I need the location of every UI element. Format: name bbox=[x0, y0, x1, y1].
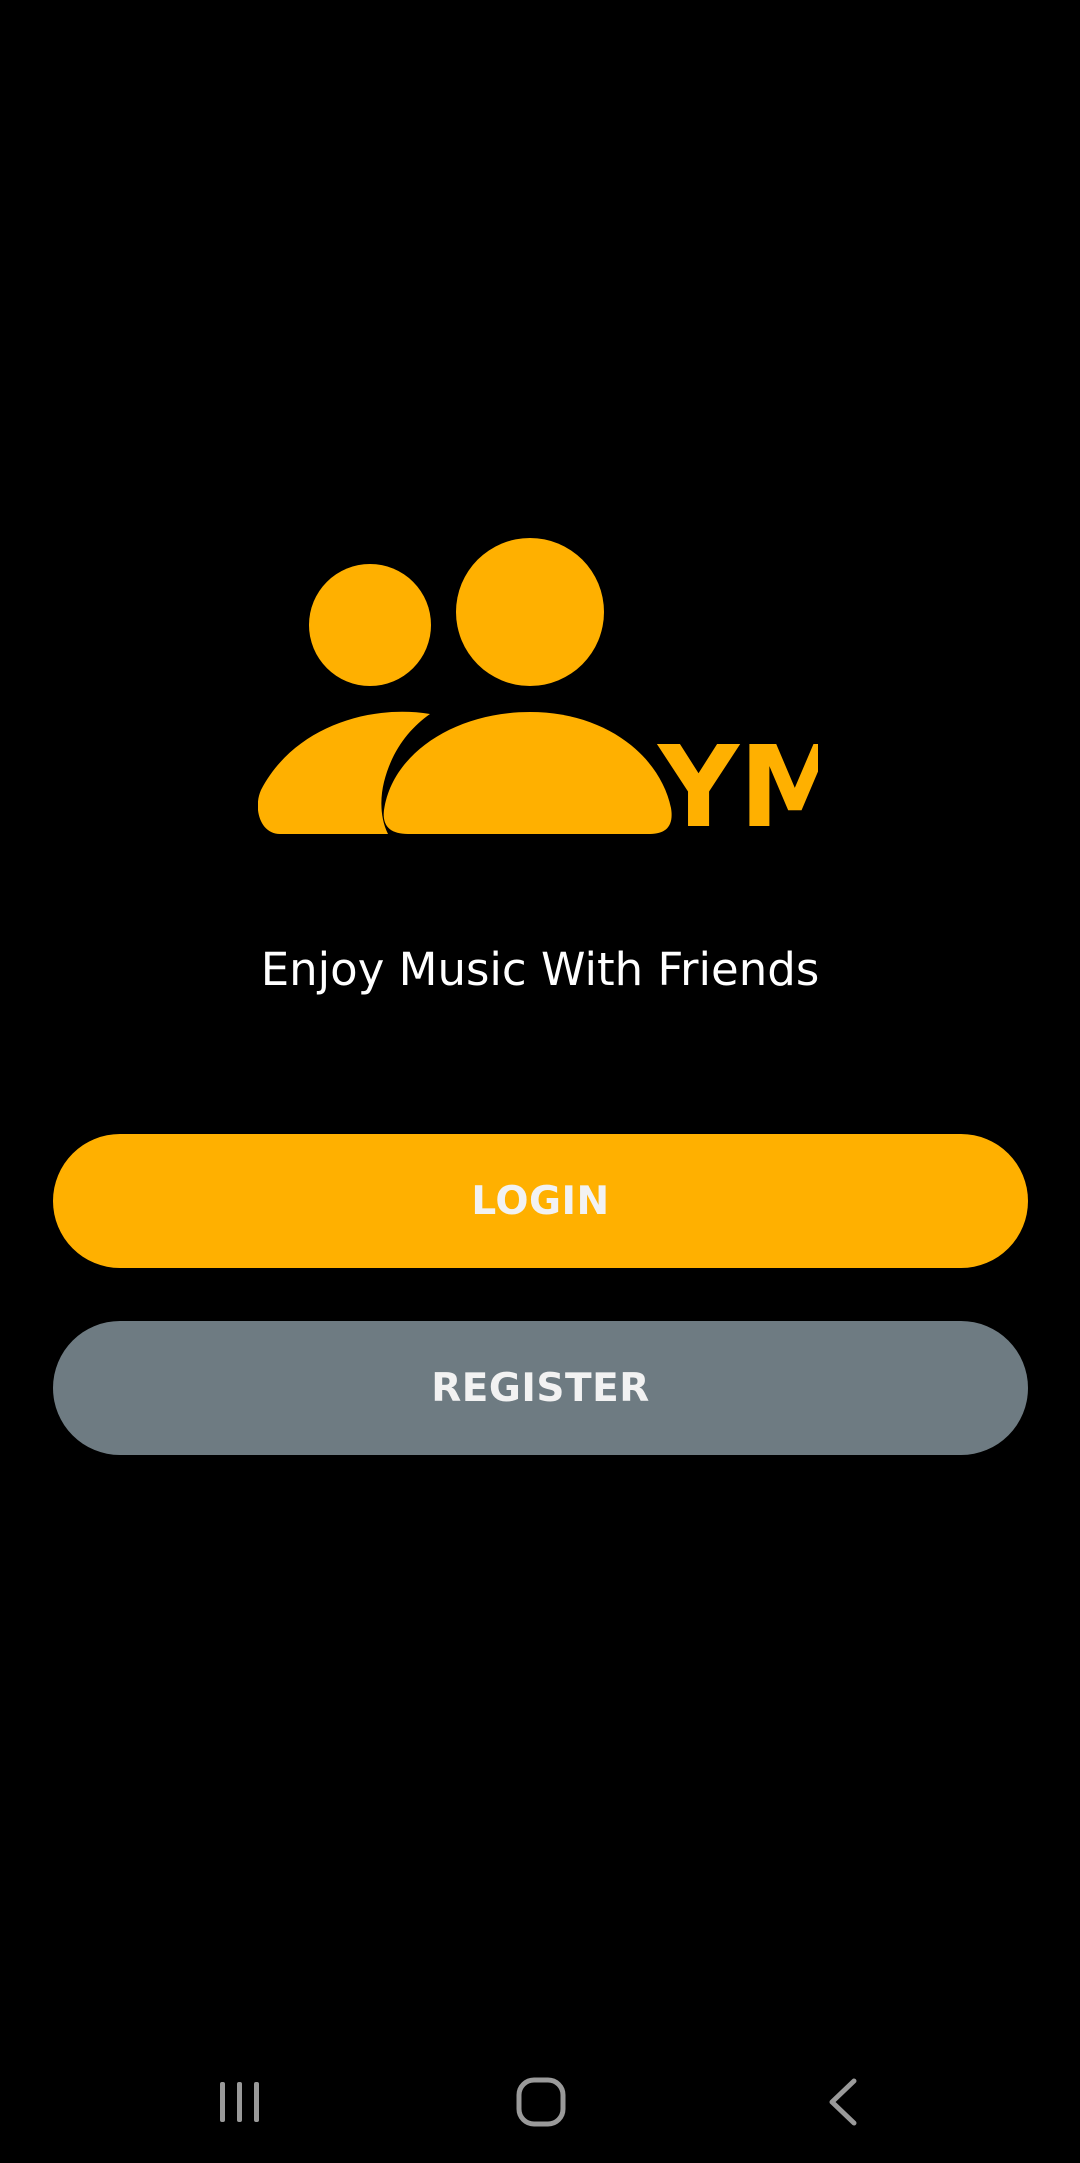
home-button[interactable] bbox=[481, 2040, 601, 2163]
register-button[interactable]: REGISTER bbox=[53, 1321, 1028, 1455]
app-logo: YM bbox=[258, 536, 818, 836]
logo-wordmark: YM bbox=[656, 723, 818, 836]
system-navigation-bar bbox=[0, 2040, 1080, 2163]
back-icon bbox=[829, 2078, 857, 2125]
users-icon: YM bbox=[258, 538, 818, 836]
tagline: Enjoy Music With Friends bbox=[260, 943, 820, 996]
login-button[interactable]: LOGIN bbox=[53, 1134, 1028, 1268]
back-button[interactable] bbox=[784, 2040, 904, 2163]
recent-apps-icon bbox=[220, 2081, 259, 2122]
recent-apps-button[interactable] bbox=[180, 2040, 300, 2163]
home-icon bbox=[516, 2077, 566, 2126]
